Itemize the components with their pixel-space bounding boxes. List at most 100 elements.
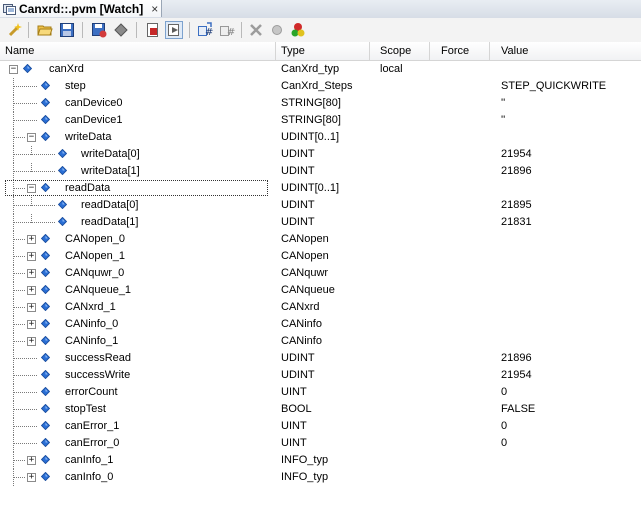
- variable-value[interactable]: 0: [501, 435, 507, 452]
- collapse-icon[interactable]: −: [9, 65, 18, 74]
- variable-row[interactable]: − readData UDINT[0..1]: [0, 180, 641, 197]
- save-icon[interactable]: [58, 21, 76, 39]
- variable-name: canDevice0: [65, 97, 123, 109]
- variable-row[interactable]: − canXrd CanXrd_typ local: [0, 61, 641, 78]
- variable-value[interactable]: '': [501, 112, 505, 129]
- variable-type: INFO_typ: [281, 454, 329, 466]
- column-force[interactable]: Force: [430, 42, 490, 60]
- expand-icon[interactable]: +: [27, 456, 36, 465]
- variable-row[interactable]: writeData[0] UDINT 21954: [0, 146, 641, 163]
- variable-row[interactable]: + CANopen_0 CANopen: [0, 231, 641, 248]
- expand-icon[interactable]: +: [27, 252, 36, 261]
- disconnect-icon[interactable]: [247, 21, 265, 39]
- variable-row[interactable]: + CANxrd_1 CANxrd: [0, 299, 641, 316]
- variable-row[interactable]: canError_1 UINT 0: [0, 418, 641, 435]
- column-name[interactable]: Name: [0, 42, 276, 60]
- save-as-icon[interactable]: [90, 21, 108, 39]
- variable-name: CANqueue_1: [65, 284, 132, 296]
- variable-value[interactable]: 21831: [501, 214, 532, 231]
- variable-row[interactable]: successRead UDINT 21896: [0, 350, 641, 367]
- variable-value[interactable]: 21954: [501, 367, 532, 384]
- variable-value[interactable]: 21896: [501, 350, 532, 367]
- variable-type: BOOL: [281, 403, 312, 415]
- variable-value[interactable]: 21895: [501, 197, 532, 214]
- variable-row[interactable]: + CANinfo_1 CANinfo: [0, 333, 641, 350]
- close-icon[interactable]: ×: [151, 3, 158, 15]
- expand-icon[interactable]: +: [27, 235, 36, 244]
- variable-value[interactable]: 21896: [501, 163, 532, 180]
- variable-value[interactable]: STEP_QUICKWRITE: [501, 78, 606, 95]
- variable-row[interactable]: canDevice1 STRING[80] '': [0, 112, 641, 129]
- column-type[interactable]: Type: [276, 42, 370, 60]
- variable-icon: [41, 319, 50, 328]
- variable-value[interactable]: 0: [501, 384, 507, 401]
- expand-icon[interactable]: +: [27, 473, 36, 482]
- expand-icon[interactable]: +: [27, 337, 36, 346]
- variable-row[interactable]: step CanXrd_Steps STEP_QUICKWRITE: [0, 78, 641, 95]
- toolbar: # #: [0, 18, 641, 43]
- variable-row[interactable]: − writeData UDINT[0..1]: [0, 129, 641, 146]
- column-header: Name Type Scope Force Value: [0, 42, 641, 61]
- import-icon[interactable]: [112, 21, 130, 39]
- variable-row[interactable]: + CANqueue_1 CANqueue: [0, 282, 641, 299]
- variable-row[interactable]: readData[0] UDINT 21895: [0, 197, 641, 214]
- variable-icon: [41, 268, 50, 277]
- variable-type: UDINT[0..1]: [281, 131, 340, 143]
- variable-value[interactable]: FALSE: [501, 401, 535, 418]
- variable-row[interactable]: + CANopen_1 CANopen: [0, 248, 641, 265]
- variable-icon: [41, 336, 50, 345]
- variable-row[interactable]: successWrite UDINT 21954: [0, 367, 641, 384]
- variable-icon: [41, 285, 50, 294]
- variable-row[interactable]: canDevice0 STRING[80] '': [0, 95, 641, 112]
- force-icon[interactable]: #: [196, 21, 214, 39]
- variable-icon: [41, 472, 50, 481]
- variable-type: UDINT: [281, 369, 315, 381]
- variable-row[interactable]: stopTest BOOL FALSE: [0, 401, 641, 418]
- variable-icon: [58, 149, 67, 158]
- expand-icon[interactable]: +: [27, 269, 36, 278]
- open-folder-icon[interactable]: [36, 21, 54, 39]
- variable-icon: [41, 455, 50, 464]
- record-icon[interactable]: [144, 21, 162, 39]
- variable-icon: [58, 166, 67, 175]
- collapse-icon[interactable]: −: [27, 133, 36, 142]
- variable-row[interactable]: + canInfo_1 INFO_typ: [0, 452, 641, 469]
- variable-name: writeData[1]: [81, 165, 140, 177]
- play-icon[interactable]: [165, 21, 183, 39]
- variable-icon: [41, 132, 50, 141]
- variable-name: writeData: [65, 131, 112, 143]
- variable-row[interactable]: readData[1] UDINT 21831: [0, 214, 641, 231]
- traffic-light-icon[interactable]: [289, 21, 307, 39]
- variable-type: CANinfo: [281, 335, 322, 347]
- variable-type: CANinfo: [281, 318, 322, 330]
- variable-value[interactable]: 0: [501, 418, 507, 435]
- variable-name: readData[0]: [81, 199, 139, 211]
- variable-icon: [41, 234, 50, 243]
- variable-row[interactable]: writeData[1] UDINT 21896: [0, 163, 641, 180]
- variable-row[interactable]: + canInfo_0 INFO_typ: [0, 469, 641, 486]
- add-variable-icon[interactable]: [6, 21, 24, 39]
- variable-value[interactable]: '': [501, 95, 505, 112]
- variable-name: writeData[0]: [81, 148, 140, 160]
- variable-icon: [41, 404, 50, 413]
- column-scope[interactable]: Scope: [370, 42, 430, 60]
- expand-icon[interactable]: +: [27, 303, 36, 312]
- variable-row[interactable]: canError_0 UINT 0: [0, 435, 641, 452]
- variable-name: CANxrd_1: [65, 301, 116, 313]
- variable-icon: [41, 302, 50, 311]
- expand-icon[interactable]: +: [27, 286, 36, 295]
- variable-name: CANinfo_0: [65, 318, 119, 330]
- variable-row[interactable]: + CANquwr_0 CANquwr: [0, 265, 641, 282]
- unforce-icon[interactable]: #: [218, 21, 236, 39]
- variable-icon: [41, 387, 50, 396]
- tab-watch[interactable]: Canxrd::.pvm [Watch] ×: [0, 0, 162, 17]
- variable-row[interactable]: errorCount UINT 0: [0, 384, 641, 401]
- gray-dot-icon[interactable]: [268, 21, 286, 39]
- variable-value[interactable]: 21954: [501, 146, 532, 163]
- variable-row[interactable]: + CANinfo_0 CANinfo: [0, 316, 641, 333]
- expand-icon[interactable]: +: [27, 320, 36, 329]
- variable-type: CanXrd_typ: [281, 63, 340, 75]
- variable-name: stopTest: [65, 403, 106, 415]
- column-value[interactable]: Value: [490, 42, 641, 60]
- variable-name: CANinfo_1: [65, 335, 119, 347]
